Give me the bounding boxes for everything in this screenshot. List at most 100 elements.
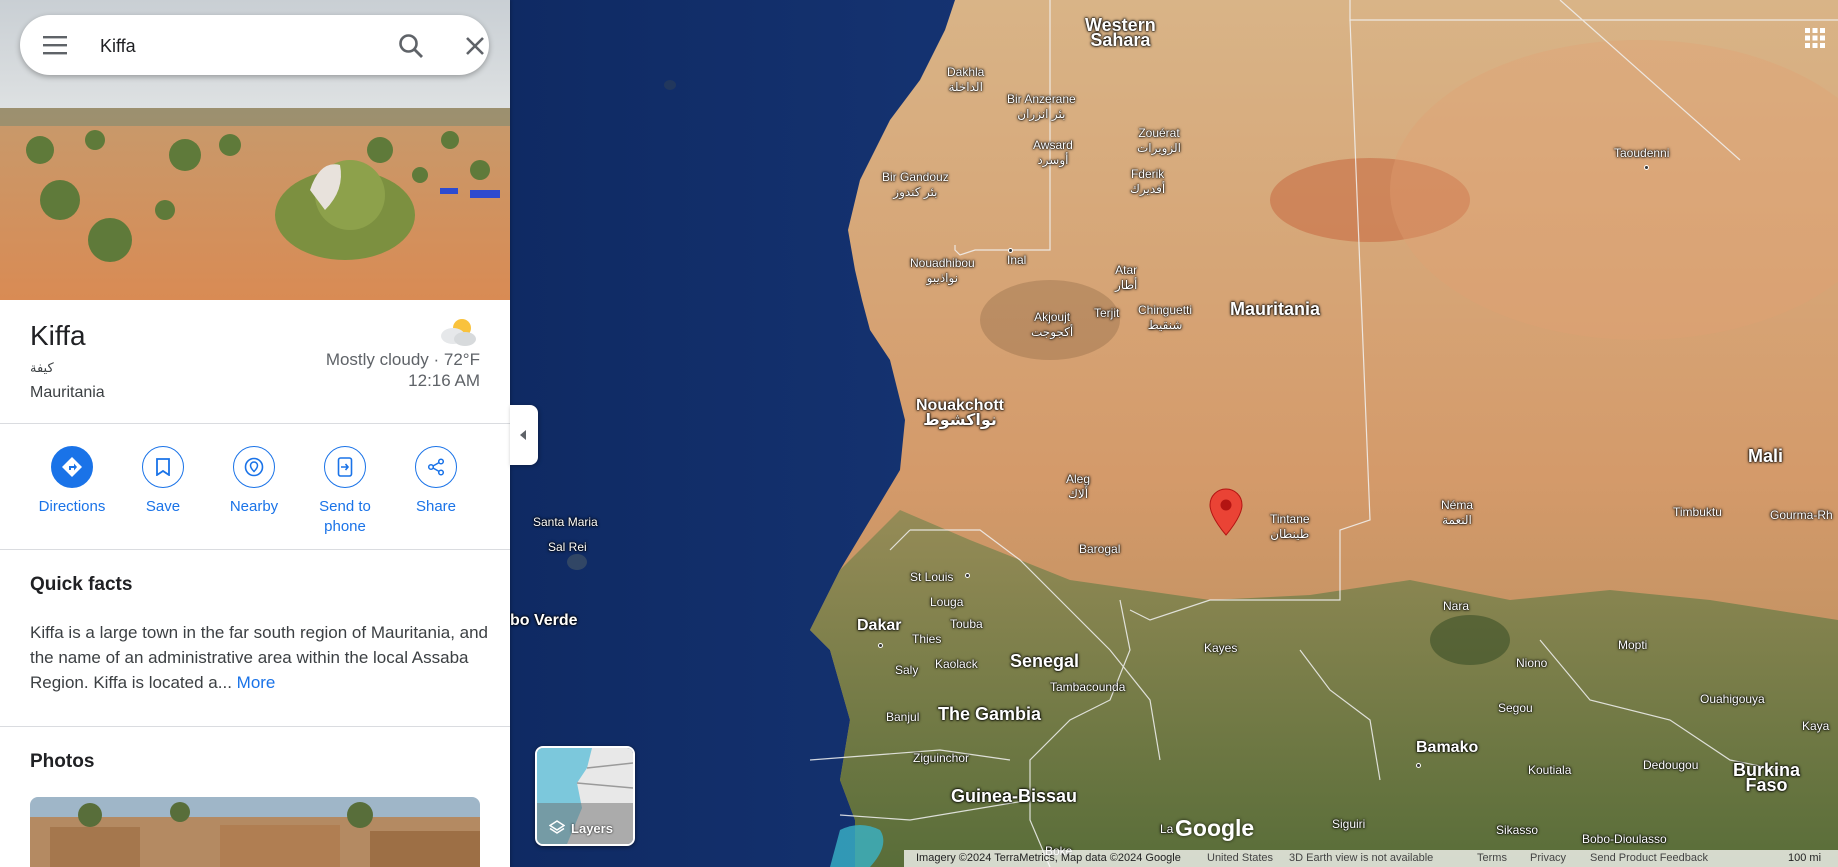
map-label-burkina-faso: Burkina Faso: [1733, 760, 1801, 795]
country-setting[interactable]: United States: [1207, 852, 1273, 864]
layers-label: Layers: [571, 821, 613, 836]
google-logo: Google: [1175, 815, 1255, 841]
map-attribution-bar: Imagery ©2024 TerraMetrics, Map data ©20…: [904, 850, 1838, 867]
photo-thumbnail-image: [30, 797, 480, 867]
action-bar: Directions Save Nearby Send to phone Sha…: [0, 424, 510, 550]
map-canvas[interactable]: Western Sahara Dakhla الداخلة Bir Anzera…: [510, 0, 1838, 867]
city-dot: [1008, 248, 1013, 253]
map-label-tambacounda: Tambacounda: [1050, 680, 1126, 694]
city-dot: [1644, 165, 1649, 170]
earth-view-notice: 3D Earth view is not available: [1289, 852, 1434, 864]
map-label-terjit: Terjit: [1094, 306, 1120, 320]
map-label-gourma: Gourma-Rh: [1770, 508, 1833, 522]
partly-cloudy-icon: [441, 319, 476, 346]
map-label-segou: Segou: [1498, 701, 1533, 715]
share-label: Share: [415, 498, 457, 515]
map-label-nouadhibou: Nouadhibou نواذيبو: [910, 256, 975, 285]
map-label-taoudenni: Taoudenni: [1614, 146, 1670, 160]
directions-label: Directions: [38, 498, 106, 515]
layers-button[interactable]: Layers: [535, 746, 635, 846]
map-label-banjul: Banjul: [886, 710, 920, 724]
map-label-guinea-bissau: Guinea-Bissau: [951, 786, 1078, 806]
map-label-mali: Mali: [1748, 446, 1784, 466]
map-label-santa-maria: Santa Maria: [533, 515, 598, 529]
collapse-panel-button[interactable]: [510, 405, 538, 465]
map-label-nouakchott: Nouakchott نواكشوط: [916, 397, 1004, 429]
map-label-dakhla: Dakhla الداخلة: [947, 65, 985, 94]
nearby-icon: [244, 457, 264, 477]
map-label-sal-rei: Sal Rei: [548, 540, 587, 554]
map-label-ziguinchor: Ziguinchor: [913, 751, 970, 765]
feedback-link[interactable]: Send Product Feedback: [1590, 852, 1708, 864]
map-label-saly: Saly: [895, 663, 919, 677]
map-label-atar: Atar أطار: [1115, 263, 1138, 292]
photos-section: Photos: [0, 727, 510, 867]
save-button[interactable]: Save: [118, 446, 208, 517]
send-to-phone-button[interactable]: Send to phone: [300, 446, 390, 537]
scale-label[interactable]: 100 mi: [1788, 852, 1821, 864]
map-label-bobo-dioulasso: Bobo-Dioulasso: [1582, 832, 1667, 846]
map-label-bamako: Bamako: [1416, 739, 1479, 756]
search-box: [20, 15, 489, 75]
map-label-ouahigouya: Ouahigouya: [1700, 692, 1765, 706]
map-label-mauritania: Mauritania: [1230, 299, 1321, 319]
map-label-koutiala: Koutiala: [1528, 763, 1572, 777]
quick-facts-title: Quick facts: [30, 574, 133, 595]
apps-grid-icon[interactable]: [1804, 27, 1826, 49]
map-label-inal: Inal: [1007, 253, 1027, 267]
map-label-fderik: Fderik أفديرك: [1130, 167, 1166, 196]
map-label-senegal: Senegal: [1010, 651, 1080, 671]
search-icon[interactable]: [397, 32, 425, 60]
close-icon[interactable]: [463, 34, 487, 58]
place-title: Kiffa: [30, 320, 86, 351]
share-icon: [427, 458, 445, 476]
map-label-touba: Touba: [950, 617, 983, 631]
map-label-cabo-verde: bo Verde: [510, 612, 578, 629]
send-to-phone-icon: [337, 457, 353, 477]
bookmark-icon: [156, 458, 170, 476]
map-label-timbuktu: Timbuktu: [1673, 505, 1722, 519]
map-label-the-gambia: The Gambia: [938, 704, 1042, 724]
location-pin-icon[interactable]: [1209, 488, 1243, 536]
imagery-attribution: Imagery ©2024 TerraMetrics, Map data ©20…: [916, 852, 1181, 864]
menu-icon[interactable]: [42, 33, 68, 57]
map-label-dakar: Dakar: [857, 617, 902, 634]
map-label-st-louis: St Louis: [910, 570, 954, 584]
map-label-aleg: Aleg ألاك: [1066, 472, 1091, 501]
place-header: Kiffa كيفة Mauritania Mostly cloudy · 72…: [0, 300, 510, 424]
local-time: 12:16 AM: [408, 371, 480, 390]
map-label-awsard: Awsard أوسرد: [1033, 138, 1073, 167]
photo-thumbnail[interactable]: [30, 797, 480, 867]
directions-icon: [62, 457, 82, 477]
map-label-dedougou: Dedougou: [1643, 758, 1699, 772]
privacy-link[interactable]: Privacy: [1530, 852, 1566, 864]
map-label-kaya: Kaya: [1802, 719, 1830, 733]
map-label-chinguetti: Chinguetti شنقيط: [1138, 303, 1193, 332]
save-label: Save: [145, 498, 181, 515]
map-label-nema: Néma النعمة: [1441, 498, 1474, 527]
map-label-mopti: Mopti: [1618, 638, 1648, 652]
map-label-kayes: Kayes: [1204, 641, 1238, 655]
map-label-kaolack: Kaolack: [935, 657, 978, 671]
send-to-phone-label: Send to phone: [319, 498, 371, 535]
terms-link[interactable]: Terms: [1477, 852, 1507, 864]
directions-button[interactable]: Directions: [27, 446, 117, 517]
map-label-western-sahara: Western Sahara: [1085, 15, 1156, 50]
map-label-bir-anzerane: Bir Anzerane بئر انزران: [1007, 92, 1076, 121]
place-panel: Kiffa كيفة Mauritania Mostly cloudy · 72…: [0, 0, 510, 867]
map-label-nara: Nara: [1443, 599, 1470, 613]
weather-description: Mostly cloudy · 72°F: [325, 350, 480, 369]
chevron-left-icon: [520, 430, 526, 440]
quick-facts-section: Quick facts Kiffa is a large town in the…: [0, 550, 510, 727]
share-button[interactable]: Share: [391, 446, 481, 517]
quick-facts-text: Kiffa is a large town in the far south r…: [30, 620, 490, 695]
nearby-label: Nearby: [229, 498, 279, 515]
city-dot: [965, 573, 970, 578]
map-label-bir-gandouz: Bir Gandouz بئر كندوز: [882, 170, 949, 199]
map-label-akjoujt: Akjoujt أكجوجت: [1031, 310, 1074, 339]
search-input[interactable]: [98, 29, 372, 63]
place-arabic-name: كيفة: [30, 360, 54, 375]
more-link[interactable]: More: [237, 673, 276, 692]
nearby-button[interactable]: Nearby: [209, 446, 299, 517]
city-dot: [1416, 763, 1421, 768]
